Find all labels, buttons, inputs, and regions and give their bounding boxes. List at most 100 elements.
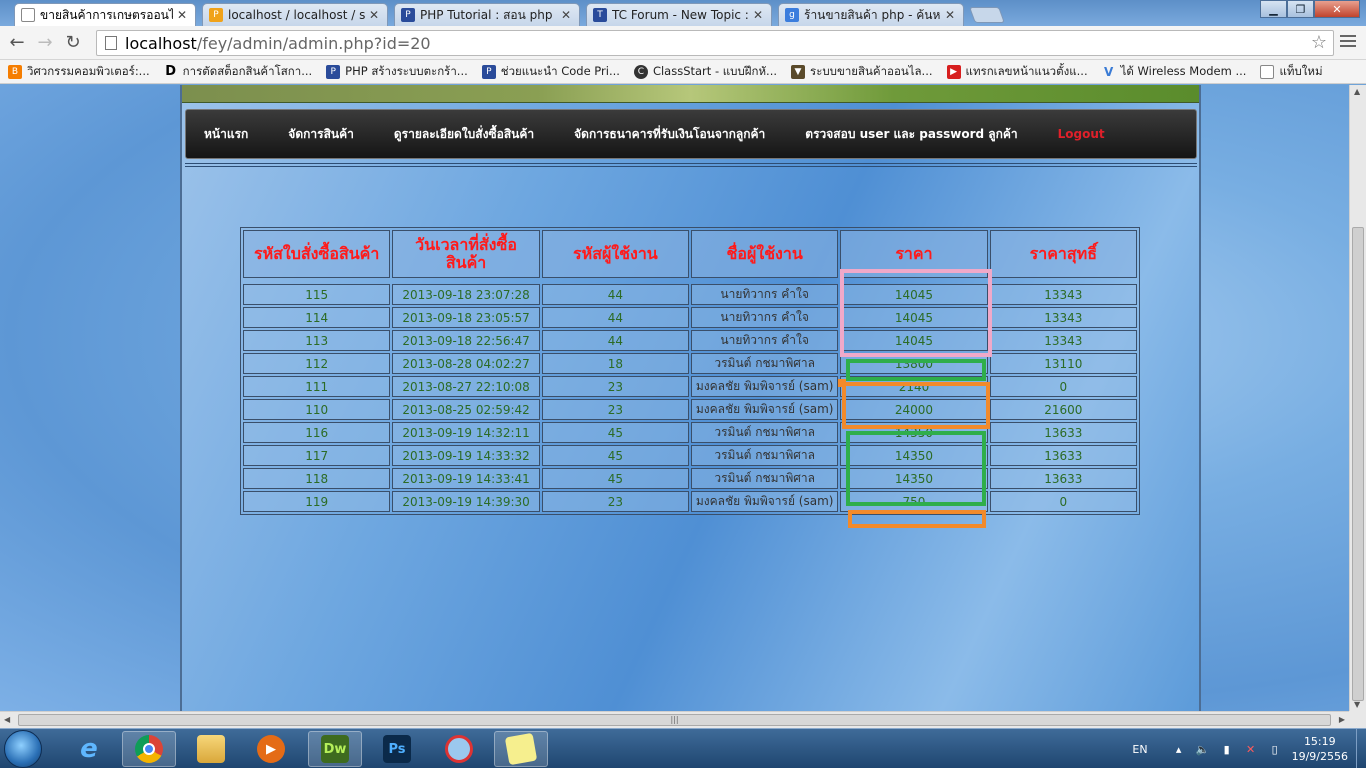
new-tab-button[interactable] bbox=[969, 7, 1005, 23]
bookmark-item[interactable]: C ClassStart - แบบฝึกหั... bbox=[633, 63, 777, 81]
back-button[interactable]: ← bbox=[6, 32, 28, 54]
bookmark-item[interactable]: P ช่วยแนะนำ Code Pri... bbox=[481, 63, 620, 81]
language-indicator[interactable]: EN bbox=[1132, 743, 1147, 756]
network-error-icon[interactable]: ✕ bbox=[1244, 742, 1258, 756]
scroll-right-icon[interactable]: ▶ bbox=[1339, 715, 1345, 724]
tab-title: localhost / localhost / sell bbox=[228, 8, 365, 22]
taskbar-app-notes[interactable] bbox=[494, 731, 548, 767]
signal-icon[interactable]: ▮ bbox=[1220, 742, 1234, 756]
scroll-up-icon[interactable]: ▲ bbox=[1354, 87, 1360, 96]
bookmark-item[interactable]: V ได้ Wireless Modem ... bbox=[1102, 63, 1247, 81]
taskbar-app-photoshop[interactable]: Ps bbox=[370, 731, 424, 767]
taskbar-app-ie[interactable]: e bbox=[62, 731, 116, 767]
taskbar-app-explorer[interactable] bbox=[184, 731, 238, 767]
scroll-left-icon[interactable]: ◀ bbox=[4, 715, 10, 724]
tab-1[interactable]: P localhost / localhost / sell ✕ bbox=[202, 3, 388, 26]
close-icon[interactable]: ✕ bbox=[561, 8, 573, 22]
cell-user-name: มงคลชัย พิมพิจารย์ (sam) bbox=[691, 491, 839, 512]
cell-price: 13800 bbox=[840, 353, 988, 374]
bookmark-item[interactable]: ▼ ระบบขายสินค้าออนไล... bbox=[791, 63, 933, 81]
cell-user-name: มงคลชัย พิมพิจารย์ (sam) bbox=[691, 399, 839, 420]
bookmark-item[interactable]: D การตัดสต็อกสินค้าโสกา... bbox=[164, 63, 312, 81]
nav-manage-products[interactable]: จัดการสินค้า bbox=[288, 125, 354, 144]
nav-divider bbox=[185, 163, 1197, 167]
horizontal-scrollbar[interactable]: ◀ ||| ▶ bbox=[0, 711, 1349, 728]
cell-order-datetime: 2013-08-25 02:59:42 bbox=[392, 399, 540, 420]
clock-date: 19/9/2556 bbox=[1291, 750, 1348, 763]
bookmark-item[interactable]: B วิศวกรรมคอมพิวเตอร์:... bbox=[8, 63, 150, 81]
close-icon[interactable]: ✕ bbox=[753, 8, 765, 22]
nav-home[interactable]: หน้าแรก bbox=[204, 125, 248, 144]
show-desktop-button[interactable] bbox=[1356, 729, 1366, 768]
clock-time: 15:19 bbox=[1303, 735, 1336, 748]
close-icon[interactable]: ✕ bbox=[177, 8, 189, 22]
table-row: 112 2013-08-28 04:02:27 18 วรมินต์ กชมาพิศา… bbox=[243, 353, 1137, 374]
shield-icon: ▼ bbox=[791, 64, 806, 79]
taskbar-app-other[interactable] bbox=[432, 731, 486, 767]
tab-4[interactable]: g ร้านขายสินค้า php - ค้นหาด้ ✕ bbox=[778, 3, 964, 26]
taskbar: e ▶ Dw Ps EN ▴ 🔈 ▮ ✕ ▯ 15:19 19/9/2556 bbox=[0, 728, 1366, 768]
cell-user-id: 45 bbox=[541, 468, 690, 489]
scroll-thumb[interactable] bbox=[1352, 227, 1364, 701]
php-tutorial-icon: P bbox=[401, 8, 415, 22]
close-icon[interactable]: ✕ bbox=[369, 8, 381, 22]
blogger-icon: B bbox=[8, 64, 22, 79]
nav-check-users[interactable]: ตรวจสอบ user และ password ลูกค้า bbox=[805, 125, 1017, 144]
vertical-scrollbar[interactable]: ▲ ▼ bbox=[1349, 85, 1366, 711]
taskbar-app-chrome[interactable] bbox=[122, 731, 176, 767]
bookmark-item[interactable]: แท็บใหม่ bbox=[1260, 63, 1323, 81]
chevron-up-icon[interactable]: ▴ bbox=[1172, 742, 1186, 756]
cell-order-id: 117 bbox=[243, 445, 391, 466]
tab-0[interactable]: ขายสินค้าการเกษตรออนไลน์ ✕ bbox=[14, 3, 196, 26]
nav-logout[interactable]: Logout bbox=[1058, 127, 1105, 141]
taskbar-app-dreamweaver[interactable]: Dw bbox=[308, 731, 362, 767]
scroll-down-icon[interactable]: ▼ bbox=[1354, 700, 1360, 709]
header-order-datetime: วันเวลาที่สั่งซื้อสินค้า bbox=[392, 230, 540, 278]
chrome-icon bbox=[135, 735, 163, 763]
battery-icon[interactable]: ▯ bbox=[1268, 742, 1282, 756]
table-row: 118 2013-09-19 14:33:41 45 วรมินต์ กชมาพิศา… bbox=[243, 468, 1137, 489]
cell-user-id: 45 bbox=[541, 422, 690, 443]
tab-3[interactable]: T TC Forum - New Topic :: ✕ bbox=[586, 3, 772, 26]
bookmark-star-icon[interactable]: ☆ bbox=[1311, 32, 1327, 53]
table-row: 111 2013-08-27 22:10:08 23 มงคลชัย พิมพิจาร… bbox=[243, 376, 1137, 397]
minimize-button[interactable]: ▁ bbox=[1260, 0, 1287, 18]
cell-price: 750 bbox=[840, 491, 988, 512]
page-icon bbox=[105, 36, 117, 50]
php-icon: P bbox=[326, 64, 341, 79]
nav-manage-banks[interactable]: จัดการธนาคารที่รับเงินโอนจากลูกค้า bbox=[574, 125, 765, 144]
tab-title: ขายสินค้าการเกษตรออนไลน์ bbox=[40, 7, 173, 22]
orange-marker bbox=[838, 379, 846, 387]
cell-net-price: 13633 bbox=[989, 468, 1137, 489]
scroll-thumb[interactable]: ||| bbox=[18, 714, 1331, 726]
bookmark-item[interactable]: P PHP สร้างระบบตะกร้า... bbox=[326, 63, 468, 81]
cell-order-id: 113 bbox=[243, 330, 391, 351]
maximize-button[interactable]: ❐ bbox=[1287, 0, 1314, 18]
cell-user-name: วรมินต์ กชมาพิศาล bbox=[691, 468, 839, 489]
start-button[interactable] bbox=[4, 730, 42, 768]
scroll-corner bbox=[1349, 711, 1366, 728]
window-close-button[interactable]: ✕ bbox=[1314, 0, 1360, 18]
cell-order-id: 116 bbox=[243, 422, 391, 443]
close-icon[interactable]: ✕ bbox=[945, 8, 957, 22]
nav-order-details[interactable]: ดูรายละเอียดใบสั่งซื้อสินค้า bbox=[394, 125, 534, 144]
clock[interactable]: 15:19 19/9/2556 bbox=[1292, 734, 1348, 764]
bookmarks-bar: B วิศวกรรมคอมพิวเตอร์:... D การตัดสต็อกสิน… bbox=[0, 60, 1366, 84]
cell-order-datetime: 2013-09-19 14:33:32 bbox=[392, 445, 540, 466]
address-bar[interactable]: localhost/fey/admin/admin.php?id=20 ☆ bbox=[96, 30, 1334, 56]
cell-net-price: 13110 bbox=[989, 353, 1137, 374]
cell-order-datetime: 2013-08-28 04:02:27 bbox=[392, 353, 540, 374]
cell-price: 24000 bbox=[840, 399, 988, 420]
tab-2[interactable]: P PHP Tutorial : สอน php เริ่ ✕ bbox=[394, 3, 580, 26]
volume-icon[interactable]: 🔈 bbox=[1196, 742, 1210, 756]
cell-user-name: นายทิวากร คำใจ bbox=[691, 330, 839, 351]
cell-order-id: 114 bbox=[243, 307, 391, 328]
menu-icon[interactable] bbox=[1340, 32, 1356, 48]
cell-user-id: 45 bbox=[541, 445, 690, 466]
bookmark-item[interactable]: ▶ แทรกเลขหน้าแนวตั้งแ... bbox=[946, 63, 1088, 81]
cell-order-id: 112 bbox=[243, 353, 391, 374]
taskbar-app-media[interactable]: ▶ bbox=[244, 731, 298, 767]
forward-button[interactable]: → bbox=[34, 32, 56, 54]
reload-button[interactable]: ↻ bbox=[62, 32, 84, 54]
system-tray: EN ▴ 🔈 ▮ ✕ ▯ 15:19 19/9/2556 bbox=[1132, 729, 1366, 768]
